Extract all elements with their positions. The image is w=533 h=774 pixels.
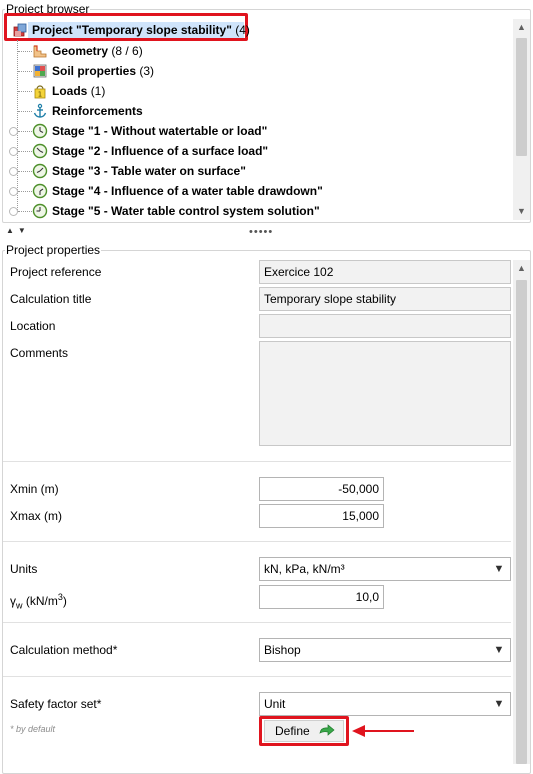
project-reference-label: Project reference xyxy=(10,265,102,279)
stage-icon xyxy=(32,163,48,179)
location-field[interactable] xyxy=(259,314,511,338)
stage-icon xyxy=(32,203,48,219)
splitter-grip-icon[interactable]: ••••• xyxy=(249,227,273,238)
location-label: Location xyxy=(10,319,56,333)
stage-icon xyxy=(32,143,48,159)
loads-icon: 1 xyxy=(32,83,48,99)
tree-item-label: Stage "4 - Influence of a water table dr… xyxy=(52,184,323,198)
units-label: Units xyxy=(10,562,38,576)
units-select[interactable]: kN, kPa, kN/m³ ▼ xyxy=(259,557,511,581)
safety-factor-set-value: Unit xyxy=(264,697,286,711)
browser-scrollbar[interactable]: ▲ ▼ xyxy=(513,19,530,220)
tree-item-label: Stage "1 - Without watertable or load" xyxy=(52,124,268,138)
stage-icon xyxy=(32,123,48,139)
units-value: kN, kPa, kN/m³ xyxy=(264,562,345,576)
soil-properties-icon xyxy=(32,63,48,79)
properties-scroll-thumb[interactable] xyxy=(516,280,527,764)
section-divider xyxy=(3,676,511,677)
stage-icon xyxy=(32,183,48,199)
tree-item-label: Reinforcements xyxy=(52,104,143,118)
tree-item-label: Soil properties xyxy=(52,64,137,78)
xmin-label: Xmin (m) xyxy=(10,482,59,496)
geometry-icon xyxy=(32,43,48,59)
tree-item-count: (8 / 6) xyxy=(111,44,143,58)
svg-text:1: 1 xyxy=(38,91,42,99)
tree-branch xyxy=(18,131,32,132)
calculation-method-select[interactable]: Bishop ▼ xyxy=(259,638,511,662)
by-default-note: * by default xyxy=(10,724,56,734)
section-divider xyxy=(3,461,511,462)
tree-branch xyxy=(18,211,32,212)
chevron-down-icon[interactable]: ▼ xyxy=(489,694,509,714)
tree-root-count: (4) xyxy=(235,23,250,37)
tree-item-count: (1) xyxy=(90,84,106,98)
scroll-up-icon[interactable]: ▲ xyxy=(513,19,530,36)
chevron-down-icon[interactable]: ▼ xyxy=(489,640,509,660)
comments-label: Comments xyxy=(10,346,69,360)
gamma-unit: (kN/m xyxy=(22,594,58,608)
chevron-down-icon[interactable]: ▼ xyxy=(489,559,509,579)
tree-item-label: Loads xyxy=(52,84,88,98)
red-arrow-icon xyxy=(352,724,416,741)
expand-stage-1[interactable] xyxy=(9,127,18,136)
xmin-field[interactable]: -50,000 xyxy=(259,477,384,501)
xmax-label: Xmax (m) xyxy=(10,509,62,523)
expand-stage-3[interactable] xyxy=(9,167,18,176)
tree-item-count: (3) xyxy=(139,64,155,78)
expand-stage-5[interactable] xyxy=(9,207,18,216)
define-button-label: Define xyxy=(275,724,310,738)
expand-stage-2[interactable] xyxy=(9,147,18,156)
calculation-method-value: Bishop xyxy=(264,643,301,657)
section-divider xyxy=(3,541,511,542)
project-reference-field[interactable]: Exercice 102 xyxy=(259,260,511,284)
green-arrow-icon xyxy=(319,724,335,744)
gamma-unit-close: ) xyxy=(62,594,67,608)
scroll-down-icon[interactable]: ▼ xyxy=(513,203,530,220)
scroll-up-icon[interactable]: ▲ xyxy=(513,260,530,277)
gamma-w-label: γw (kN/m3) xyxy=(10,587,67,610)
comments-field[interactable] xyxy=(259,341,511,446)
section-divider xyxy=(3,622,511,623)
tree-branch xyxy=(18,71,32,72)
define-button[interactable]: Define xyxy=(264,720,344,742)
project-icon xyxy=(12,22,28,38)
tree-branch xyxy=(18,171,32,172)
expand-stage-4[interactable] xyxy=(9,187,18,196)
anchor-icon xyxy=(32,103,48,119)
tree-item-label: Stage "5 - Water table control system so… xyxy=(52,204,320,218)
tree-guide-line xyxy=(17,40,18,212)
calculation-title-field[interactable]: Temporary slope stability xyxy=(259,287,511,311)
tree-branch xyxy=(18,151,32,152)
safety-factor-set-label: Safety factor set* xyxy=(10,697,102,711)
tree-item-label: Geometry xyxy=(52,44,109,58)
tree-branch xyxy=(18,111,32,112)
calculation-title-label: Calculation title xyxy=(10,292,92,306)
tree-item-label: Stage "3 - Table water on surface" xyxy=(52,164,246,178)
tree-root-label: Project "Temporary slope stability" xyxy=(32,23,232,37)
collapse-expand-arrows-icon[interactable]: ▲▼ xyxy=(6,226,30,235)
browser-scroll-thumb[interactable] xyxy=(516,38,527,156)
xmax-field[interactable]: 15,000 xyxy=(259,504,384,528)
tree-branch xyxy=(18,191,32,192)
tree-branch xyxy=(18,91,32,92)
gamma-w-field[interactable]: 10,0 xyxy=(259,585,384,609)
properties-scrollbar[interactable]: ▲ xyxy=(513,260,530,764)
safety-factor-set-select[interactable]: Unit ▼ xyxy=(259,692,511,716)
calculation-method-label: Calculation method* xyxy=(10,643,118,657)
tree-item-label: Stage "2 - Influence of a surface load" xyxy=(52,144,269,158)
project-properties-legend: Project properties xyxy=(6,243,101,257)
tree-branch xyxy=(18,51,32,52)
